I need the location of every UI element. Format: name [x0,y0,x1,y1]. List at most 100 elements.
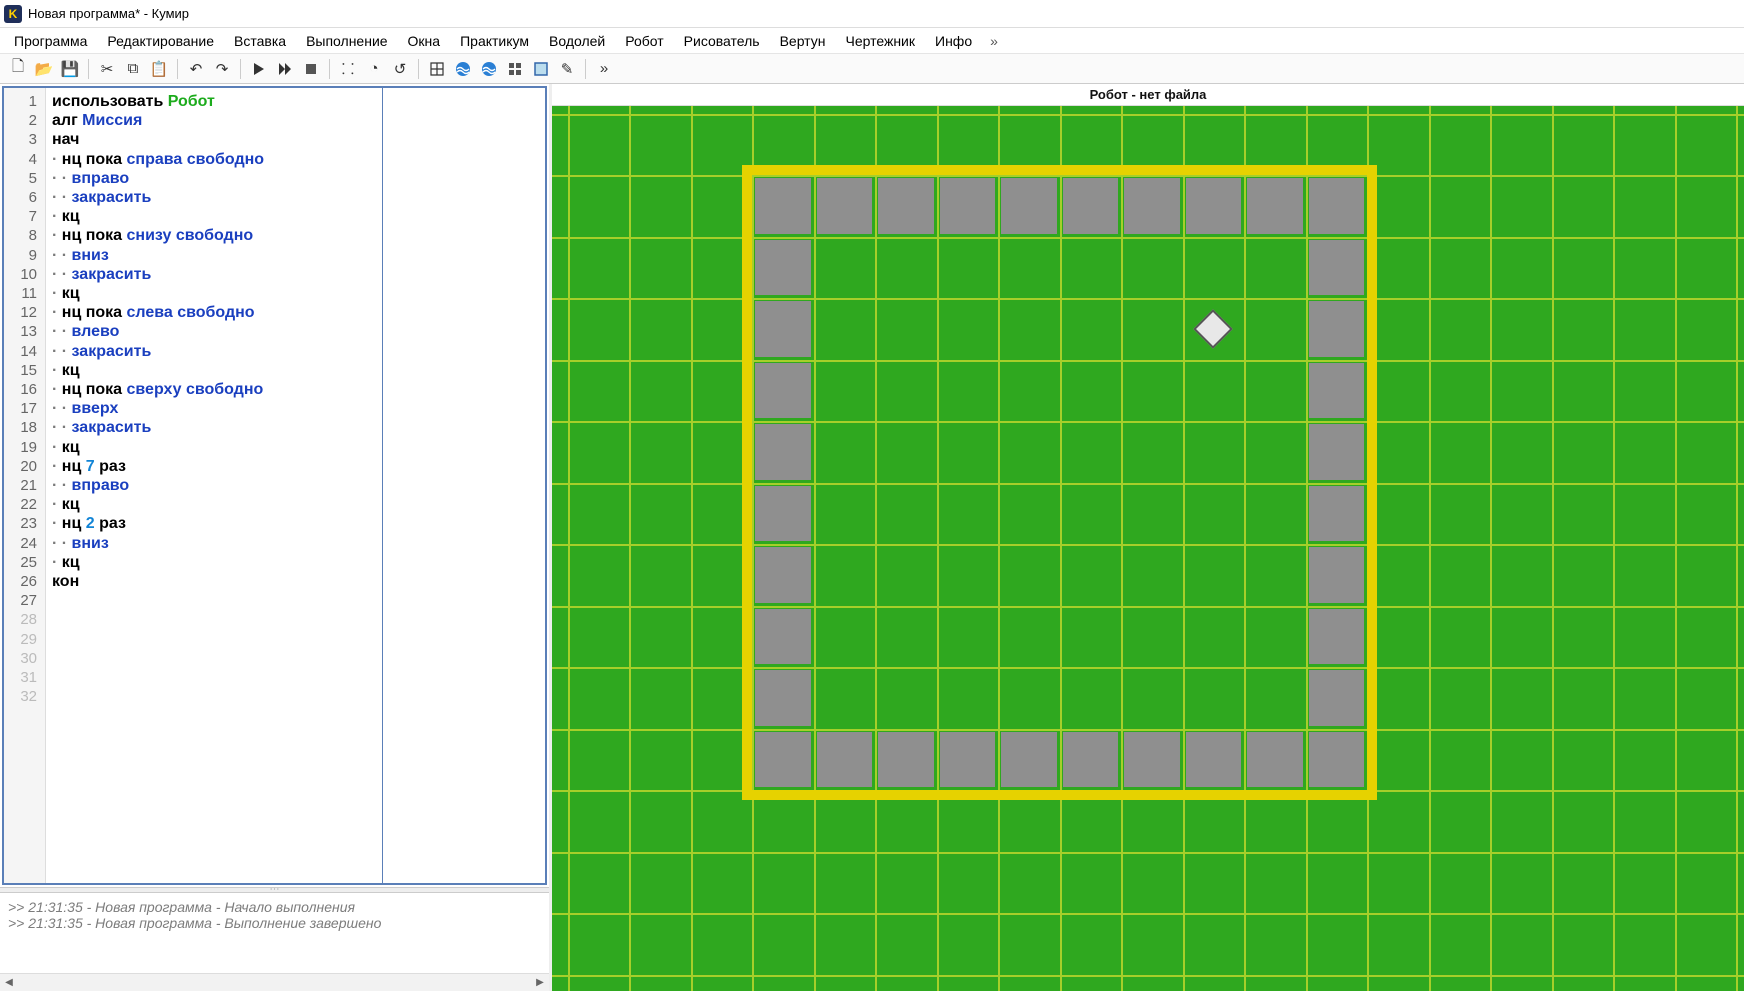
grid-hline [552,852,1744,854]
grid-vline [568,106,570,991]
tool-grid2-icon[interactable] [503,57,527,81]
code-line[interactable]: · кц [52,553,376,572]
toolbar-separator [240,59,241,79]
code-line[interactable]: · нц 2 раз [52,514,376,533]
code-line[interactable]: · кц [52,438,376,457]
code-line[interactable]: · кц [52,495,376,514]
window-title: Новая программа* - Кумир [28,6,189,21]
line-number: 12 [4,303,37,322]
code-line[interactable]: алг Миссия [52,111,376,130]
tool-pen-icon[interactable]: ✎ [555,57,579,81]
menu-10[interactable]: Чертежник [837,30,923,52]
paste-icon[interactable]: 📋 [147,57,171,81]
menu-8[interactable]: Рисователь [676,30,768,52]
grid-vline [629,106,631,991]
menu-2[interactable]: Вставка [226,30,294,52]
scroll-left-arrow[interactable]: ◀ [0,975,18,991]
grid-hline [552,114,1744,116]
line-number: 23 [4,514,37,533]
tool-c-icon[interactable]: ↺ [388,57,412,81]
menu-0[interactable]: Программа [6,30,95,52]
robot-field[interactable] [552,106,1744,991]
line-number: 2 [4,111,37,130]
code-line[interactable]: использовать Робот [52,92,376,111]
line-number: 15 [4,361,37,380]
line-number: 1 [4,92,37,111]
code-line[interactable]: · · закрасить [52,188,376,207]
code-line[interactable]: · · вправо [52,169,376,188]
code-line[interactable]: · · вверх [52,399,376,418]
menu-overflow[interactable]: » [984,30,1004,52]
scroll-right-arrow[interactable]: ▶ [531,975,549,991]
line-number: 9 [4,246,37,265]
toolbar-overflow[interactable]: » [592,57,616,81]
code-line[interactable]: · кц [52,284,376,303]
toolbar-separator [329,59,330,79]
line-number: 13 [4,322,37,341]
code-line[interactable]: · · закрасить [52,342,376,361]
open-file-icon[interactable]: 📂 [32,57,56,81]
line-number: 3 [4,130,37,149]
console-output[interactable]: >> 21:31:35 - Новая программа - Начало в… [0,893,549,973]
code-line[interactable]: · кц [52,361,376,380]
tool-water2-icon[interactable] [477,57,501,81]
grid-hline [552,913,1744,915]
code-line[interactable]: · · вниз [52,534,376,553]
code-content[interactable]: использовать Роботалг Миссиянач· нц пока… [46,88,545,883]
code-line[interactable] [52,591,376,610]
tool-water1-icon[interactable] [451,57,475,81]
code-line[interactable]: · нц пока справа свободно [52,150,376,169]
menu-3[interactable]: Выполнение [298,30,395,52]
code-editor[interactable]: 1234567891011121314151617181920212223242… [2,86,547,885]
code-line[interactable]: · · вправо [52,476,376,495]
tool-b-icon[interactable]: ◔ [362,57,386,81]
code-line[interactable]: · нц пока слева свободно [52,303,376,322]
menubar: ПрограммаРедактированиеВставкаВыполнение… [0,28,1744,54]
tool-frame-icon[interactable] [529,57,553,81]
code-line[interactable]: · · закрасить [52,418,376,437]
redo-icon[interactable]: ↷ [210,57,234,81]
left-pane: 1234567891011121314151617181920212223242… [0,84,552,991]
menu-4[interactable]: Окна [400,30,449,52]
tool-grid1-icon[interactable] [425,57,449,81]
save-file-icon[interactable]: 💾 [58,57,82,81]
line-number: 8 [4,226,37,245]
grid-vline [1675,106,1677,991]
copy-icon[interactable]: ⧉ [121,57,145,81]
code-line[interactable]: · · влево [52,322,376,341]
line-number: 27 [4,591,37,610]
line-gutter: 1234567891011121314151617181920212223242… [4,88,46,883]
code-line[interactable]: · нц 7 раз [52,457,376,476]
toolbar-separator [177,59,178,79]
code-line[interactable]: · нц пока сверху свободно [52,380,376,399]
grid-hline [552,975,1744,977]
new-file-icon[interactable]: 🗋 [6,57,30,81]
main-content: 1234567891011121314151617181920212223242… [0,84,1744,991]
grid-vline [1429,106,1431,991]
cut-icon[interactable]: ✂ [95,57,119,81]
menu-6[interactable]: Водолей [541,30,613,52]
line-number: 22 [4,495,37,514]
tool-a-icon[interactable]: ⸬ [336,57,360,81]
menu-5[interactable]: Практикум [452,30,537,52]
scroll-track[interactable] [18,977,531,989]
code-line[interactable]: · нц пока снизу свободно [52,226,376,245]
line-number: 19 [4,438,37,457]
code-line[interactable]: · · вниз [52,246,376,265]
run-icon[interactable] [247,57,271,81]
menu-11[interactable]: Инфо [927,30,980,52]
line-number: 29 [4,630,37,649]
stop-icon[interactable] [299,57,323,81]
step-icon[interactable] [273,57,297,81]
undo-icon[interactable]: ↶ [184,57,208,81]
code-line[interactable]: · · закрасить [52,265,376,284]
code-line[interactable]: нач [52,130,376,149]
horizontal-scrollbar[interactable]: ◀ ▶ [0,973,549,991]
menu-1[interactable]: Редактирование [99,30,222,52]
line-number: 10 [4,265,37,284]
code-line[interactable]: кон [52,572,376,591]
line-number: 30 [4,649,37,668]
code-line[interactable]: · кц [52,207,376,226]
menu-7[interactable]: Робот [617,30,671,52]
menu-9[interactable]: Вертун [772,30,834,52]
